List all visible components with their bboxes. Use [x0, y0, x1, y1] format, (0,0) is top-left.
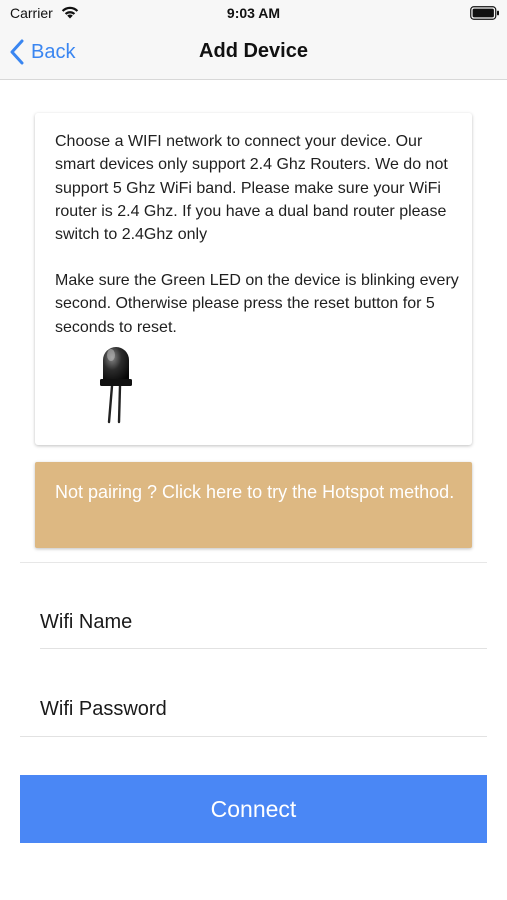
- wifi-name-field[interactable]: Wifi Name: [40, 611, 132, 634]
- wifi-password-underline: [20, 736, 487, 737]
- status-bar: Carrier 9:03 AM: [0, 0, 507, 26]
- instructions-card: Choose a WIFI network to connect your de…: [35, 113, 472, 445]
- instructions-paragraph-wifi: Choose a WIFI network to connect your de…: [55, 133, 448, 244]
- section-divider: [20, 562, 487, 563]
- battery-icon: [470, 6, 499, 20]
- connect-button[interactable]: Connect: [20, 775, 487, 843]
- wifi-password-field[interactable]: Wifi Password: [40, 698, 167, 721]
- led-icon: [100, 347, 132, 424]
- hotspot-method-banner[interactable]: Not pairing ? Click here to try the Hots…: [35, 462, 472, 548]
- wifi-name-underline: [40, 648, 487, 649]
- hotspot-method-text: Not pairing ? Click here to try the Hots…: [55, 482, 455, 502]
- status-time: 9:03 AM: [226, 5, 281, 21]
- navigation-bar: Back Add Device: [0, 26, 507, 80]
- instructions-paragraph-led: Make sure the Green LED on the device is…: [55, 272, 459, 336]
- page-title: Add Device: [199, 40, 308, 62]
